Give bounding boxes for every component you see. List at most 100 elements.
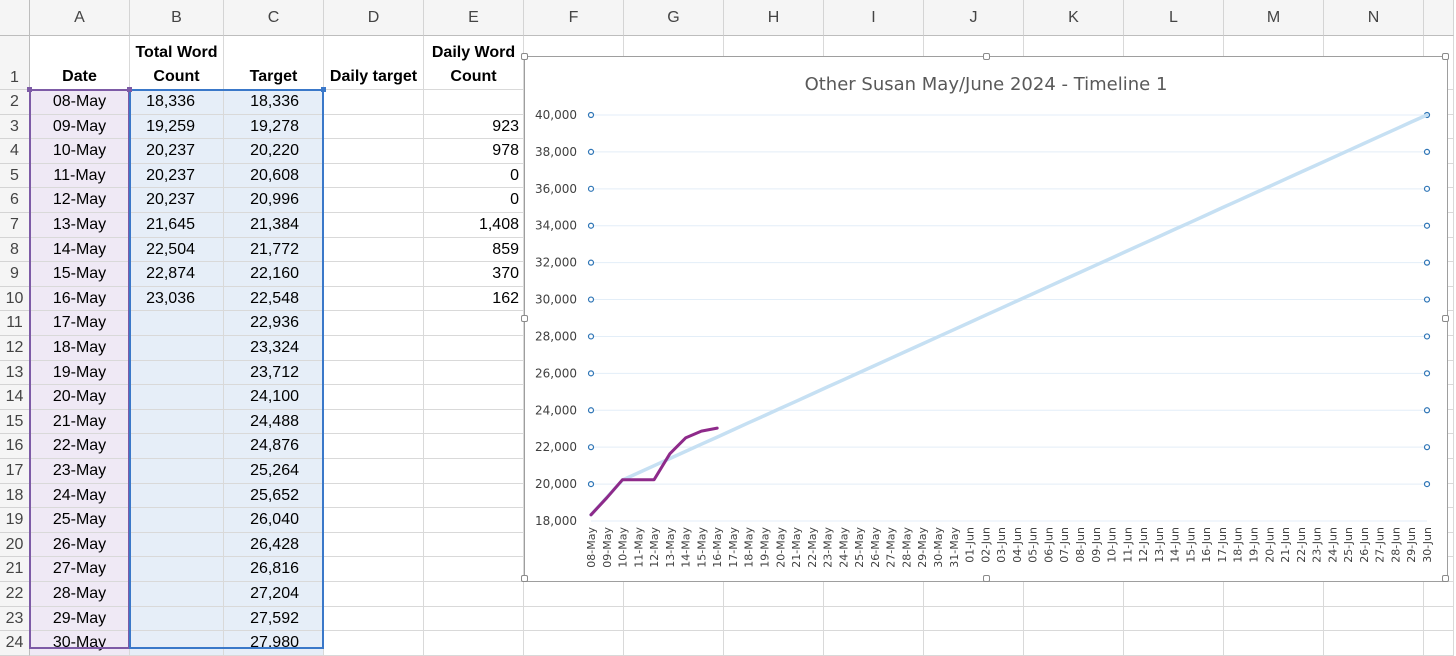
column-header[interactable]: D [324, 0, 424, 36]
cell[interactable] [324, 311, 424, 336]
cell[interactable] [324, 483, 424, 509]
column-header[interactable]: G [624, 0, 724, 36]
daily-word-count-cell[interactable] [424, 532, 524, 558]
row-header[interactable]: 11 [0, 311, 30, 336]
row-header[interactable]: 18 [0, 483, 30, 509]
column-header[interactable]: K [1024, 0, 1124, 36]
row-header[interactable]: 23 [0, 606, 30, 632]
cell[interactable] [1424, 582, 1454, 607]
cell[interactable] [1024, 582, 1124, 607]
cell[interactable] [324, 139, 424, 164]
cell[interactable] [324, 213, 424, 238]
daily-word-count-cell[interactable] [424, 360, 524, 386]
chart-resize-handle[interactable] [521, 575, 528, 582]
header-daily-target[interactable]: Daily target [324, 36, 424, 90]
column-header[interactable]: L [1124, 0, 1224, 36]
daily-word-count-cell[interactable]: 370 [424, 262, 524, 287]
cell[interactable] [1024, 606, 1124, 632]
row-header[interactable]: 20 [0, 532, 30, 558]
chart-resize-handle[interactable] [1442, 315, 1449, 322]
daily-word-count-cell[interactable] [424, 508, 524, 533]
cell[interactable] [724, 582, 824, 607]
cell[interactable] [924, 631, 1024, 656]
row-header[interactable]: 7 [0, 213, 30, 238]
cell[interactable] [324, 508, 424, 533]
cell[interactable] [324, 631, 424, 656]
cell[interactable] [1424, 631, 1454, 656]
chart-resize-handle[interactable] [1442, 575, 1449, 582]
daily-word-count-cell[interactable]: 859 [424, 237, 524, 263]
daily-word-count-cell[interactable]: 162 [424, 286, 524, 312]
daily-word-count-cell[interactable]: 0 [424, 188, 524, 213]
cell[interactable] [324, 336, 424, 361]
row-header[interactable]: 21 [0, 557, 30, 582]
row-header[interactable]: 13 [0, 360, 30, 386]
column-header[interactable]: C [224, 0, 324, 36]
row-header[interactable]: 3 [0, 114, 30, 140]
row-header[interactable]: 12 [0, 336, 30, 361]
cell[interactable] [724, 631, 824, 656]
cell[interactable] [824, 582, 924, 607]
daily-word-count-cell[interactable] [424, 336, 524, 361]
daily-word-count-cell[interactable] [424, 385, 524, 410]
column-header[interactable]: A [30, 0, 130, 36]
daily-word-count-cell[interactable] [424, 631, 524, 656]
daily-word-count-cell[interactable]: 978 [424, 139, 524, 164]
row-header[interactable]: 17 [0, 459, 30, 484]
cell[interactable] [1324, 582, 1424, 607]
cell[interactable] [1124, 631, 1224, 656]
daily-word-count-cell[interactable] [424, 409, 524, 435]
daily-word-count-cell[interactable] [424, 90, 524, 115]
cell[interactable] [1224, 582, 1324, 607]
cell[interactable] [924, 582, 1024, 607]
daily-word-count-cell[interactable] [424, 606, 524, 632]
row-header[interactable]: 9 [0, 262, 30, 287]
cell[interactable] [324, 532, 424, 558]
row-header[interactable]: 1 [0, 36, 30, 90]
cell[interactable] [624, 631, 724, 656]
daily-word-count-cell[interactable] [424, 459, 524, 484]
cell[interactable] [324, 409, 424, 435]
row-header[interactable]: 16 [0, 434, 30, 459]
chart-resize-handle[interactable] [1442, 53, 1449, 60]
header-target[interactable]: Target [224, 36, 324, 90]
cell[interactable] [1224, 606, 1324, 632]
row-header[interactable]: 6 [0, 188, 30, 213]
row-header[interactable]: 14 [0, 385, 30, 410]
chart-resize-handle[interactable] [983, 575, 990, 582]
daily-word-count-cell[interactable]: 923 [424, 114, 524, 140]
cell[interactable] [624, 582, 724, 607]
row-header[interactable]: 5 [0, 163, 30, 189]
daily-word-count-cell[interactable]: 1,408 [424, 213, 524, 238]
column-header[interactable]: N [1324, 0, 1424, 36]
row-header[interactable]: 19 [0, 508, 30, 533]
row-header[interactable]: 8 [0, 237, 30, 263]
chart-resize-handle[interactable] [521, 315, 528, 322]
cell[interactable] [524, 582, 624, 607]
column-header[interactable]: I [824, 0, 924, 36]
daily-word-count-cell[interactable]: 0 [424, 163, 524, 189]
column-header[interactable]: E [424, 0, 524, 36]
cell[interactable] [324, 582, 424, 607]
daily-word-count-cell[interactable] [424, 582, 524, 607]
column-header[interactable]: B [130, 0, 224, 36]
daily-word-count-cell[interactable] [424, 311, 524, 336]
cell[interactable] [524, 606, 624, 632]
column-header[interactable]: M [1224, 0, 1324, 36]
row-header[interactable]: 10 [0, 286, 30, 312]
cell[interactable] [1224, 631, 1324, 656]
cell[interactable] [324, 114, 424, 140]
cell[interactable] [724, 606, 824, 632]
cell[interactable] [1324, 606, 1424, 632]
daily-word-count-cell[interactable] [424, 557, 524, 582]
cell[interactable] [324, 286, 424, 312]
row-header[interactable]: 22 [0, 582, 30, 607]
select-all-corner[interactable] [0, 0, 30, 36]
row-header[interactable]: 15 [0, 409, 30, 435]
cell[interactable] [524, 631, 624, 656]
cell[interactable] [1024, 631, 1124, 656]
header-total-word-count[interactable]: Total Word Count [130, 36, 224, 90]
cell[interactable] [824, 631, 924, 656]
cell[interactable] [324, 459, 424, 484]
daily-word-count-cell[interactable] [424, 434, 524, 459]
